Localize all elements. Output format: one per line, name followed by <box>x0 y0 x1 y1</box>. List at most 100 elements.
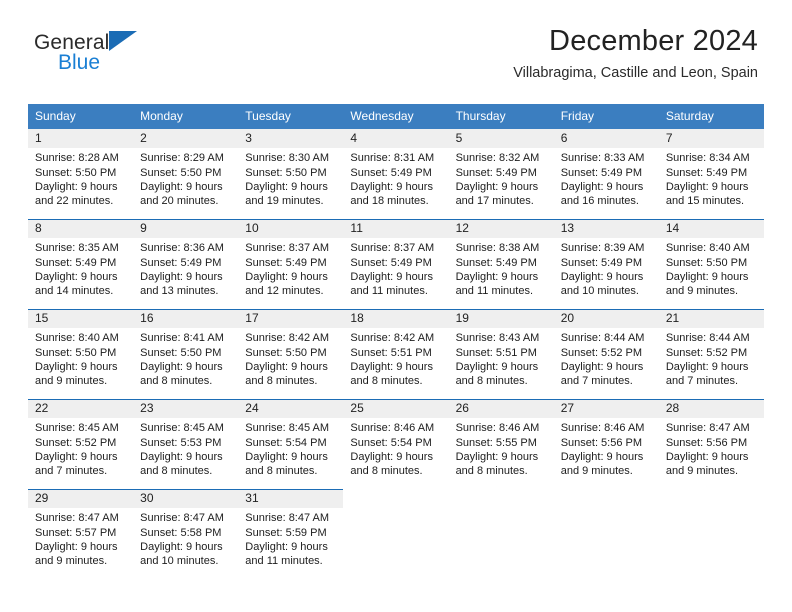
day-details: Sunrise: 8:42 AM Sunset: 5:51 PM Dayligh… <box>343 328 448 388</box>
day-cell[interactable]: 27 Sunrise: 8:46 AM Sunset: 5:56 PM Dayl… <box>553 399 659 490</box>
sunrise-text: Sunrise: 8:43 AM <box>455 332 540 345</box>
day-cell[interactable]: 21 Sunrise: 8:44 AM Sunset: 5:52 PM Dayl… <box>658 309 764 400</box>
daylight-text-line2: and 13 minutes. <box>140 285 219 297</box>
week-divider <box>658 219 764 221</box>
daylight-text-line2: and 15 minutes. <box>665 195 745 207</box>
sunset-text: Sunset: 5:49 PM <box>350 166 432 179</box>
day-cell[interactable]: 8 Sunrise: 8:35 AM Sunset: 5:49 PM Dayli… <box>28 219 134 310</box>
general-blue-logo[interactable]: General Blue <box>34 29 138 73</box>
day-cell[interactable]: 16 Sunrise: 8:41 AM Sunset: 5:50 PM Dayl… <box>133 309 239 400</box>
day-details: Sunrise: 8:35 AM Sunset: 5:49 PM Dayligh… <box>28 238 133 298</box>
daylight-text-line2: and 8 minutes. <box>455 375 528 387</box>
day-cell[interactable]: 15 Sunrise: 8:40 AM Sunset: 5:50 PM Dayl… <box>28 309 134 400</box>
sunrise-text: Sunrise: 8:41 AM <box>140 332 224 345</box>
day-cell-empty <box>448 489 554 576</box>
day-cell[interactable]: 11 Sunrise: 8:37 AM Sunset: 5:49 PM Dayl… <box>343 219 449 310</box>
daylight-text-line2: and 19 minutes. <box>245 195 324 207</box>
sunset-text: Sunset: 5:50 PM <box>35 346 117 359</box>
week-divider <box>28 489 134 491</box>
day-cell[interactable]: 3 Sunrise: 8:30 AM Sunset: 5:50 PM Dayli… <box>238 129 344 220</box>
day-cell[interactable]: 18 Sunrise: 8:42 AM Sunset: 5:51 PM Dayl… <box>343 309 449 400</box>
day-number: 30 <box>133 489 239 509</box>
day-cell[interactable]: 31 Sunrise: 8:47 AM Sunset: 5:59 PM Dayl… <box>238 489 344 576</box>
sunset-text: Sunset: 5:50 PM <box>665 256 748 269</box>
sunrise-text: Sunrise: 8:47 AM <box>35 512 119 525</box>
day-details: Sunrise: 8:45 AM Sunset: 5:54 PM Dayligh… <box>238 418 343 478</box>
daylight-text-line2: and 20 minutes. <box>140 195 219 207</box>
daylight-text-line1: Daylight: 9 hours <box>560 450 644 463</box>
weekday-thursday: Thursday <box>455 109 506 123</box>
sunset-text: Sunset: 5:52 PM <box>35 436 117 449</box>
daylight-text-line2: and 14 minutes. <box>35 285 114 297</box>
daylight-text-line2: and 8 minutes. <box>245 465 318 477</box>
sunrise-text: Sunrise: 8:42 AM <box>350 332 435 345</box>
day-cell[interactable]: 5 Sunrise: 8:32 AM Sunset: 5:49 PM Dayli… <box>448 129 554 220</box>
sunset-text: Sunset: 5:56 PM <box>665 436 748 449</box>
daylight-text-line2: and 11 minutes. <box>350 285 428 297</box>
sunrise-text: Sunrise: 8:47 AM <box>665 422 750 435</box>
day-number: 12 <box>448 219 554 239</box>
daylight-text-line1: Daylight: 9 hours <box>35 360 118 373</box>
day-cell[interactable]: 26 Sunrise: 8:46 AM Sunset: 5:55 PM Dayl… <box>448 399 554 490</box>
day-number: 15 <box>28 309 134 329</box>
day-cell[interactable]: 24 Sunrise: 8:45 AM Sunset: 5:54 PM Dayl… <box>238 399 344 490</box>
sunrise-text: Sunrise: 8:29 AM <box>140 152 224 165</box>
weekday-saturday: Saturday <box>665 109 714 123</box>
day-details: Sunrise: 8:36 AM Sunset: 5:49 PM Dayligh… <box>133 238 238 298</box>
week-divider <box>449 489 554 490</box>
day-cell[interactable]: 13 Sunrise: 8:39 AM Sunset: 5:49 PM Dayl… <box>553 219 659 310</box>
week-divider <box>659 489 764 490</box>
sunrise-text: Sunrise: 8:47 AM <box>245 512 330 525</box>
day-cell[interactable]: 9 Sunrise: 8:36 AM Sunset: 5:49 PM Dayli… <box>133 219 239 310</box>
day-cell[interactable]: 7 Sunrise: 8:34 AM Sunset: 5:49 PM Dayli… <box>658 129 764 220</box>
day-cell[interactable]: 4 Sunrise: 8:31 AM Sunset: 5:49 PM Dayli… <box>343 129 449 220</box>
day-cell[interactable]: 29 Sunrise: 8:47 AM Sunset: 5:57 PM Dayl… <box>28 489 134 576</box>
weekday-sunday: Sunday <box>35 109 76 123</box>
sunset-text: Sunset: 5:57 PM <box>35 526 117 539</box>
week-divider <box>238 399 344 401</box>
daylight-text-line1: Daylight: 9 hours <box>455 180 539 193</box>
week-divider <box>133 489 239 491</box>
week-divider <box>343 489 448 490</box>
day-number <box>449 489 554 508</box>
day-cell[interactable]: 10 Sunrise: 8:37 AM Sunset: 5:49 PM Dayl… <box>238 219 344 310</box>
daylight-text-line1: Daylight: 9 hours <box>665 450 749 463</box>
week-divider <box>658 309 764 311</box>
day-cell[interactable]: 22 Sunrise: 8:45 AM Sunset: 5:52 PM Dayl… <box>28 399 134 490</box>
day-cell[interactable]: 6 Sunrise: 8:33 AM Sunset: 5:49 PM Dayli… <box>553 129 659 220</box>
daylight-text-line2: and 9 minutes. <box>35 375 108 387</box>
day-cell[interactable]: 20 Sunrise: 8:44 AM Sunset: 5:52 PM Dayl… <box>553 309 659 400</box>
week-divider <box>553 219 659 221</box>
day-details: Sunrise: 8:44 AM Sunset: 5:52 PM Dayligh… <box>659 328 764 388</box>
day-cell[interactable]: 2 Sunrise: 8:29 AM Sunset: 5:50 PM Dayli… <box>133 129 239 220</box>
week-divider <box>28 219 134 221</box>
day-number: 10 <box>238 219 344 239</box>
page-header: General Blue December 2024 Villabragima,… <box>0 0 792 81</box>
week-row: 1 Sunrise: 8:28 AM Sunset: 5:50 PM Dayli… <box>28 129 764 220</box>
day-cell[interactable]: 19 Sunrise: 8:43 AM Sunset: 5:51 PM Dayl… <box>448 309 554 400</box>
day-cell[interactable]: 25 Sunrise: 8:46 AM Sunset: 5:54 PM Dayl… <box>343 399 449 490</box>
day-number: 29 <box>28 489 134 509</box>
day-details: Sunrise: 8:44 AM Sunset: 5:52 PM Dayligh… <box>554 328 659 388</box>
day-cell[interactable]: 14 Sunrise: 8:40 AM Sunset: 5:50 PM Dayl… <box>658 219 764 310</box>
daylight-text-line1: Daylight: 9 hours <box>140 360 223 373</box>
day-cell[interactable]: 12 Sunrise: 8:38 AM Sunset: 5:49 PM Dayl… <box>448 219 554 310</box>
daylight-text-line1: Daylight: 9 hours <box>245 180 328 193</box>
daylight-text-line1: Daylight: 9 hours <box>245 450 328 463</box>
day-cell[interactable]: 1 Sunrise: 8:28 AM Sunset: 5:50 PM Dayli… <box>28 129 134 220</box>
day-cell[interactable]: 17 Sunrise: 8:42 AM Sunset: 5:50 PM Dayl… <box>238 309 344 400</box>
sunset-text: Sunset: 5:49 PM <box>35 256 117 269</box>
week-divider <box>238 489 344 491</box>
day-cell[interactable]: 30 Sunrise: 8:47 AM Sunset: 5:58 PM Dayl… <box>133 489 239 576</box>
day-cell[interactable]: 23 Sunrise: 8:45 AM Sunset: 5:53 PM Dayl… <box>133 399 239 490</box>
weekday-wednesday: Wednesday <box>350 109 414 123</box>
daylight-text-line2: and 10 minutes. <box>560 285 639 297</box>
page-title: December 2024 <box>549 25 758 57</box>
day-details: Sunrise: 8:31 AM Sunset: 5:49 PM Dayligh… <box>343 148 448 208</box>
day-cell[interactable]: 28 Sunrise: 8:47 AM Sunset: 5:56 PM Dayl… <box>658 399 764 490</box>
day-details: Sunrise: 8:45 AM Sunset: 5:53 PM Dayligh… <box>133 418 238 478</box>
day-cell-empty <box>343 489 449 576</box>
day-details: Sunrise: 8:46 AM Sunset: 5:55 PM Dayligh… <box>449 418 554 478</box>
daylight-text-line2: and 22 minutes. <box>35 195 114 207</box>
daylight-text-line1: Daylight: 9 hours <box>35 270 118 283</box>
